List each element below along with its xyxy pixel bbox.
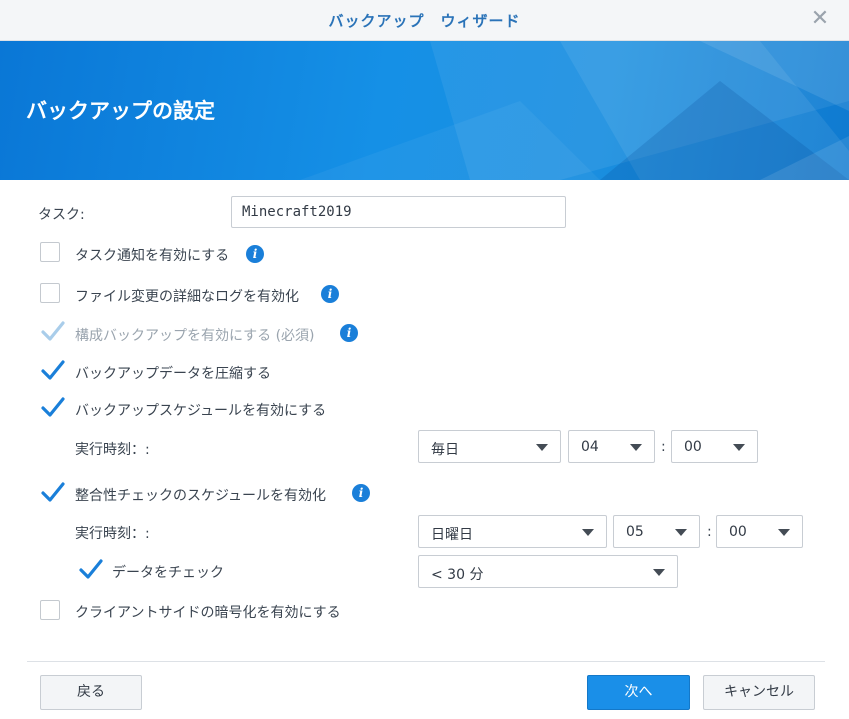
notify-checkbox[interactable] bbox=[40, 242, 60, 262]
config-backup-label: 構成バックアップを有効にする (必須) bbox=[75, 328, 315, 344]
integrity-day-select[interactable]: 日曜日 bbox=[418, 515, 607, 548]
task-name-input[interactable] bbox=[231, 196, 566, 228]
task-label: タスク: bbox=[38, 207, 85, 223]
time-separator: : bbox=[661, 439, 666, 455]
chevron-down-icon bbox=[675, 529, 687, 536]
notify-label: タスク通知を有効にする bbox=[75, 248, 230, 264]
time-separator: : bbox=[707, 524, 712, 540]
backup-minute-value: 00 bbox=[684, 439, 702, 455]
title-bar: バックアップ ウィザード ✕ bbox=[0, 0, 849, 41]
integrity-checkbox[interactable] bbox=[40, 482, 65, 503]
info-icon[interactable]: i bbox=[340, 324, 358, 342]
page-title: バックアップの設定 bbox=[26, 99, 215, 123]
compress-label: バックアップデータを圧縮する bbox=[75, 366, 271, 382]
backup-hour-select[interactable]: 04 bbox=[568, 430, 655, 463]
integrity-time-label: 実行時刻：: bbox=[75, 526, 150, 542]
integrity-minute-select[interactable]: 00 bbox=[716, 515, 803, 548]
back-button[interactable]: 戻る bbox=[40, 675, 142, 710]
check-duration-select[interactable]: < 30 分 bbox=[418, 555, 678, 588]
client-encrypt-checkbox[interactable] bbox=[40, 600, 60, 620]
schedule-checkbox[interactable] bbox=[40, 397, 65, 418]
backup-frequency-value: 毎日 bbox=[431, 442, 459, 458]
cancel-button[interactable]: キャンセル bbox=[703, 675, 815, 710]
backup-time-label: 実行時刻：: bbox=[75, 442, 150, 458]
backup-frequency-select[interactable]: 毎日 bbox=[418, 430, 561, 463]
compress-checkbox[interactable] bbox=[40, 360, 65, 381]
close-icon[interactable]: ✕ bbox=[809, 8, 831, 30]
integrity-hour-value: 05 bbox=[626, 524, 644, 540]
schedule-label: バックアップスケジュールを有効にする bbox=[75, 403, 327, 419]
chevron-down-icon bbox=[778, 529, 790, 536]
chevron-down-icon bbox=[630, 444, 642, 451]
chevron-down-icon bbox=[653, 569, 665, 576]
window-title: バックアップ ウィザード bbox=[328, 12, 521, 30]
backup-minute-select[interactable]: 00 bbox=[671, 430, 758, 463]
next-button[interactable]: 次へ bbox=[587, 675, 690, 710]
info-icon[interactable]: i bbox=[246, 245, 264, 263]
chevron-down-icon bbox=[733, 444, 745, 451]
detail-log-label: ファイル変更の詳細なログを有効化 bbox=[75, 289, 299, 305]
check-duration-value: < 30 分 bbox=[431, 567, 484, 583]
info-icon[interactable]: i bbox=[321, 285, 339, 303]
chevron-down-icon bbox=[536, 444, 548, 451]
backup-hour-value: 04 bbox=[581, 439, 599, 455]
config-backup-checkbox bbox=[40, 321, 65, 342]
chevron-down-icon bbox=[582, 529, 594, 536]
integrity-day-value: 日曜日 bbox=[431, 527, 473, 543]
integrity-label: 整合性チェックのスケジュールを有効化 bbox=[75, 488, 327, 504]
client-encrypt-label: クライアントサイドの暗号化を有効にする bbox=[75, 605, 341, 621]
data-check-label: データをチェック bbox=[112, 565, 224, 581]
detail-log-checkbox[interactable] bbox=[40, 283, 60, 303]
footer-divider bbox=[27, 661, 825, 662]
data-check-checkbox[interactable] bbox=[78, 559, 103, 580]
info-icon[interactable]: i bbox=[352, 484, 370, 502]
header-banner: バックアップの設定 bbox=[0, 41, 849, 180]
integrity-hour-select[interactable]: 05 bbox=[613, 515, 700, 548]
integrity-minute-value: 00 bbox=[729, 524, 747, 540]
